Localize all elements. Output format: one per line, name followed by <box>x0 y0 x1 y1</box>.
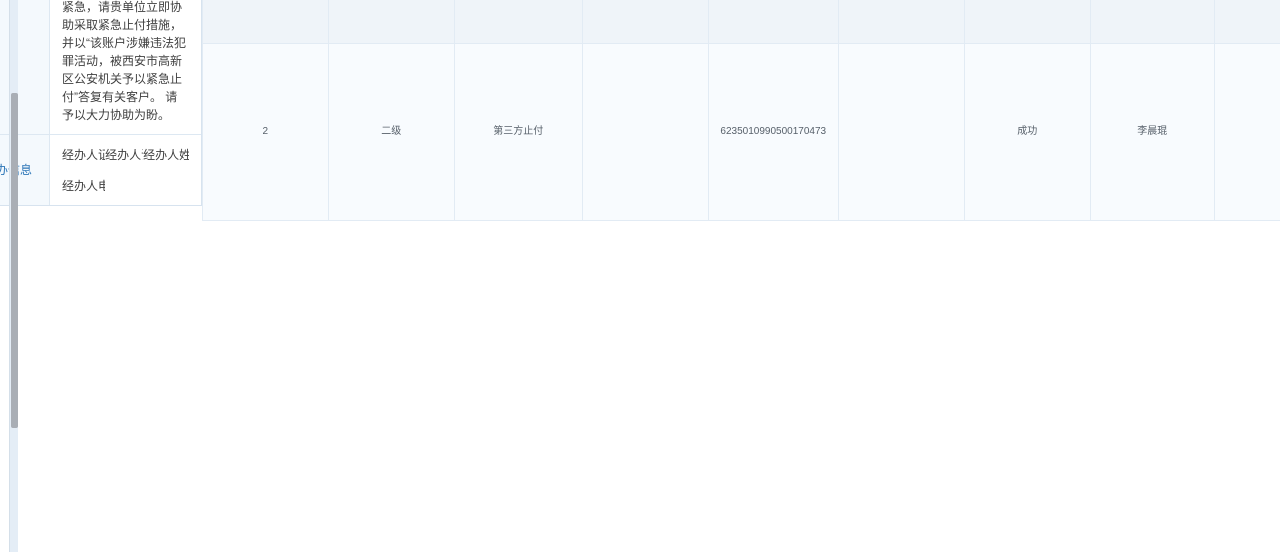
field-agent-name: 经办人姓名：李晨琨 <box>143 146 189 163</box>
multi-card-row: 2二级第三方止付6235010990500170473成功李晨琨2022-11-… <box>202 43 1280 220</box>
cell: 李晨琨 <box>1090 43 1214 220</box>
cell: 2 <box>202 43 328 220</box>
cell: 成功 <box>964 0 1090 43</box>
cell: 二级 <box>328 43 454 220</box>
group-content: 经办人证件类型：警官证 经办人证件号：051641 经办人姓名：李晨琨 经办人电… <box>50 135 201 205</box>
form-row: 经办人电话：029-86755430 <box>62 170 189 201</box>
cell: 陕西省西安市公安局高新分局刑警大队 <box>1214 0 1280 43</box>
stop-payment-group: 止付 止付账号类别：个人 止付账户名：郭梦艳 止付账/卡号：6228450068… <box>0 0 201 134</box>
cell <box>1214 43 1280 220</box>
group-label: 止付 <box>0 0 50 134</box>
agent-info-group: 经办信息 经办人证件类型：警官证 经办人证件号：051641 经办人姓名：李晨琨… <box>0 134 201 205</box>
cell: 第三方止付 <box>454 43 582 220</box>
cell: 6228412860827322819 <box>708 0 838 43</box>
cell: 1 <box>202 0 328 43</box>
cell: 李晨琨 <box>1090 0 1214 43</box>
cell <box>582 43 708 220</box>
cell <box>838 0 964 43</box>
cell: 第三方止付 <box>454 0 582 43</box>
multi-card-table: 序号级别止付类型所属机构账号余额止付结果录入人录入单位录入时间 1一级第三方止付… <box>202 0 1280 221</box>
multi-card-row: 1一级第三方止付中国农业银行6228412860827322819 成功李晨琨陕西… <box>202 0 1280 43</box>
group-label: 经办信息 <box>0 135 50 205</box>
field-agent-id-number: 经办人证件号：051641 <box>105 146 143 163</box>
vertical-scrollbar[interactable] <box>9 0 18 552</box>
page: 序号查询账号交易对方名称交易对方账卡号交易金额交易余额借贷标志交易类型交易是否成… <box>0 0 18 18</box>
field-agent-id-type: 经办人证件类型：警官证 <box>62 146 105 163</box>
cell: 成功 <box>964 43 1090 220</box>
scrollbar-thumb[interactable] <box>11 93 18 428</box>
cell <box>838 43 964 220</box>
stop-payment-form: 止付 止付账号类别：个人 止付账户名：郭梦艳 止付账/卡号：6228450068… <box>0 0 202 206</box>
group-content: 止付账号类别：个人 止付账户名：郭梦艳 止付账/卡号：6228450068040… <box>50 0 201 134</box>
cell: 中国农业银行 <box>582 0 708 43</box>
cell: 一级 <box>328 0 454 43</box>
field-agent-phone: 经办人电话：029-86755430 <box>62 177 105 194</box>
cell: 6235010990500170473 <box>708 43 838 220</box>
form-row: 经办人证件类型：警官证 经办人证件号：051641 经办人姓名：李晨琨 <box>62 139 189 170</box>
stop-payment-reason: 止付事由：近期，我单位在接报刘妮被骗警情中，发现涉案人员利用贵单位相关账户 曹鸿… <box>62 0 189 130</box>
